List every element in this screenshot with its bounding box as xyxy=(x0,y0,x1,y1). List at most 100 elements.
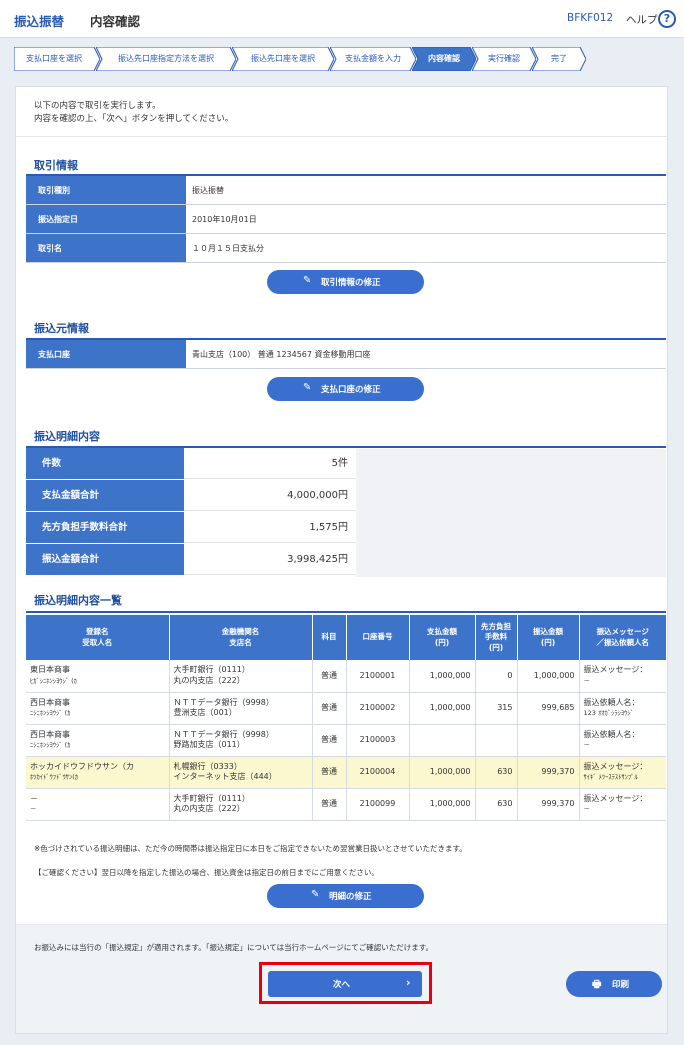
col-header-fee: 先方負担 手数料 (円) xyxy=(475,615,518,660)
table-row-highlighted: ホッカイドウフドウサン（カ ﾎﾂｶｲﾄﾞｳﾌﾄﾞｳｻﾝ(ｶ 札幌銀行（0333）イ… xyxy=(26,756,666,789)
row-key: 取引種別 xyxy=(26,176,186,204)
step-label: 完了 xyxy=(551,54,567,63)
cell-pay: 1,000,000 xyxy=(409,756,476,789)
table-row: －－ 大手町銀行（0111） 丸の内支店（222） 普通 2100099 1,00… xyxy=(26,788,666,821)
cell-fee: 630 xyxy=(475,788,518,821)
intro-line: 以下の内容で取引を実行します。 xyxy=(34,101,161,111)
page-header: 振込振替 内容確認 BFKF012 ヘルプ ? xyxy=(0,0,684,38)
row-value: 4,000,000円 xyxy=(184,480,356,511)
row-key: 先方負担手数料合計 xyxy=(26,512,184,543)
step-confirm-content: 内容確認 xyxy=(412,47,476,71)
step-label: 支払金額を入力 xyxy=(345,54,401,63)
transaction-row: 振込指定日 2010年10月01日 xyxy=(26,205,666,234)
cell-name: ホッカイドウフドウサン（カ ﾎﾂｶｲﾄﾞｳﾌﾄﾞｳｻﾝ(ｶ xyxy=(26,756,170,789)
cell-bank: ＮＴＴデータ銀行（9998） 野路加支店（011） xyxy=(169,724,313,757)
step-execute-confirm: 実行確認 xyxy=(472,47,536,71)
col-header-bank: 金融機関名 支店名 xyxy=(169,615,313,660)
help-link[interactable]: ヘルプ xyxy=(626,12,658,27)
detail-section-title: 振込明細内容一覧 xyxy=(34,594,122,607)
button-label: 明細の修正 xyxy=(329,892,372,902)
step-label: 内容確認 xyxy=(428,54,460,63)
next-button-highlight-outline xyxy=(259,962,432,1004)
transaction-row: 取引種別 振込振替 xyxy=(26,176,666,205)
cell-fee: 315 xyxy=(475,692,518,725)
edit-details-button[interactable]: ✎ 明細の修正 xyxy=(267,884,424,908)
row-key: 支払金額合計 xyxy=(26,480,184,511)
app-title: 振込振替 xyxy=(14,14,65,29)
step-label: 振込先口座を選択 xyxy=(251,54,315,63)
table-header-row: 登録名 受取人名 金融機関名 支店名 科目 口座番号 支払金額 (円) 先方負担 手数料… xyxy=(26,615,666,660)
cell-type: 普通 xyxy=(312,692,347,725)
row-value: 3,998,425円 xyxy=(184,544,356,575)
table-row: 西日本商事 ﾆｼﾆﾎﾝｼﾖｳｼﾞ (ｶ ＮＴＴデータ銀行（9998） 野路加支店（0… xyxy=(26,724,666,757)
row-key: 振込金額合計 xyxy=(26,544,184,575)
cell-message: 振込依頼人名： 123 ｵｵｶﾞｼﾗｼﾖｳｼﾞ xyxy=(579,692,666,725)
section-divider xyxy=(26,611,666,613)
col-header-type: 科目 xyxy=(312,615,347,660)
cell-type: 普通 xyxy=(312,724,347,757)
step-label: 実行確認 xyxy=(488,54,520,63)
highlight-note: ※色づけされている振込明細は、ただ今の時間帯は振込指定日に本日をご指定できないた… xyxy=(34,844,467,853)
cell-fee: 630 xyxy=(475,756,518,789)
summary-row: 支払金額合計 4,000,000円 xyxy=(26,480,666,511)
row-value: 振込振替 xyxy=(192,186,224,195)
edit-payment-account-button[interactable]: ✎ 支払口座の修正 xyxy=(267,377,424,401)
cell-name: －－ xyxy=(26,788,170,821)
col-header-name: 登録名 受取人名 xyxy=(26,615,170,660)
row-value: １０月１５日支払分 xyxy=(192,244,264,253)
cell-bank: ＮＴＴデータ銀行（9998） 豊洲支店（001） xyxy=(169,692,313,725)
edit-transaction-button[interactable]: ✎ 取引情報の修正 xyxy=(267,270,424,294)
cell-fee xyxy=(475,724,518,757)
screen-id: BFKF012 xyxy=(567,12,614,24)
cell-amount: 999,370 xyxy=(517,756,580,789)
row-value: 5件 xyxy=(184,448,356,479)
cell-bank: 札幌銀行（0333） インターネット支店（444） xyxy=(169,756,313,789)
print-button[interactable]: 🖶 印刷 xyxy=(566,971,662,997)
cell-type: 普通 xyxy=(312,788,347,821)
pencil-icon: ✎ xyxy=(303,382,312,393)
row-key: 振込指定日 xyxy=(26,205,186,233)
step-indicator: 支払口座を選択 振込先口座指定方法を選択 振込先口座を選択 支払金額を入力 内容… xyxy=(14,47,588,71)
button-label: 印刷 xyxy=(612,980,630,990)
table-row: 東日本商事 ﾋｶﾞｼﾆﾎﾝｼﾖｳｼﾞ (ｶ 大手町銀行（0111） 丸の内支店（22… xyxy=(26,660,666,693)
row-key: 支払口座 xyxy=(26,340,186,368)
funds-note: 【ご確認ください】翌日以降を指定した振込の場合、振込資金は指定日の前日までにご用… xyxy=(34,868,379,877)
cell-message: 振込メッセージ： ｻｲｷﾞ ﾒﾂｰｽﾃｽﾄｻﾝﾌﾟﾙ xyxy=(579,756,666,789)
cell-account: 2100001 xyxy=(346,660,410,693)
col-header-pay: 支払金額 (円) xyxy=(409,615,476,660)
row-key: 取引名 xyxy=(26,234,186,262)
cell-bank: 大手町銀行（0111） 丸の内支店（222） xyxy=(169,660,313,693)
button-label: 取引情報の修正 xyxy=(321,278,381,288)
row-value: 2010年10月01日 xyxy=(192,215,257,224)
cell-fee: 0 xyxy=(475,660,518,693)
cell-name: 東日本商事 ﾋｶﾞｼﾆﾎﾝｼﾖｳｼﾞ (ｶ xyxy=(26,660,170,693)
step-label: 支払口座を選択 xyxy=(26,54,82,63)
col-header-message: 振込メッセージ ／振込依頼人名 xyxy=(579,615,666,660)
step-select-payee-method: 振込先口座指定方法を選択 xyxy=(96,47,236,71)
step-label: 振込先口座指定方法を選択 xyxy=(118,54,214,63)
printer-icon: 🖶 xyxy=(592,979,602,990)
cell-account: 2100003 xyxy=(346,724,410,757)
source-section-title: 振込元情報 xyxy=(34,322,89,335)
button-label: 支払口座の修正 xyxy=(321,385,381,395)
cell-amount: 999,370 xyxy=(517,788,580,821)
row-key: 件数 xyxy=(26,448,184,479)
page-title: 内容確認 xyxy=(90,14,141,29)
cell-account: 2100004 xyxy=(346,756,410,789)
transaction-section-title: 取引情報 xyxy=(34,159,78,172)
cell-account: 2100002 xyxy=(346,692,410,725)
step-complete: 完了 xyxy=(532,47,586,71)
source-row: 支払口座 青山支店（100） 普通 1234567 資金移動用口座 xyxy=(26,340,666,369)
help-icon[interactable]: ? xyxy=(658,10,676,28)
cell-type: 普通 xyxy=(312,756,347,789)
pencil-icon: ✎ xyxy=(303,275,312,286)
summary-row: 先方負担手数料合計 1,575円 xyxy=(26,512,666,543)
step-select-payment-account: 支払口座を選択 xyxy=(14,47,100,71)
transaction-row: 取引名 １０月１５日支払分 xyxy=(26,234,666,263)
step-select-payee-account: 振込先口座を選択 xyxy=(232,47,334,71)
pencil-icon: ✎ xyxy=(311,889,320,900)
cell-name: 西日本商事 ﾆｼﾆﾎﾝｼﾖｳｼﾞ (ｶ xyxy=(26,692,170,725)
cell-bank: 大手町銀行（0111） 丸の内支店（222） xyxy=(169,788,313,821)
cell-amount: 1,000,000 xyxy=(517,660,580,693)
cell-message: 振込依頼人名：－ xyxy=(579,724,666,757)
